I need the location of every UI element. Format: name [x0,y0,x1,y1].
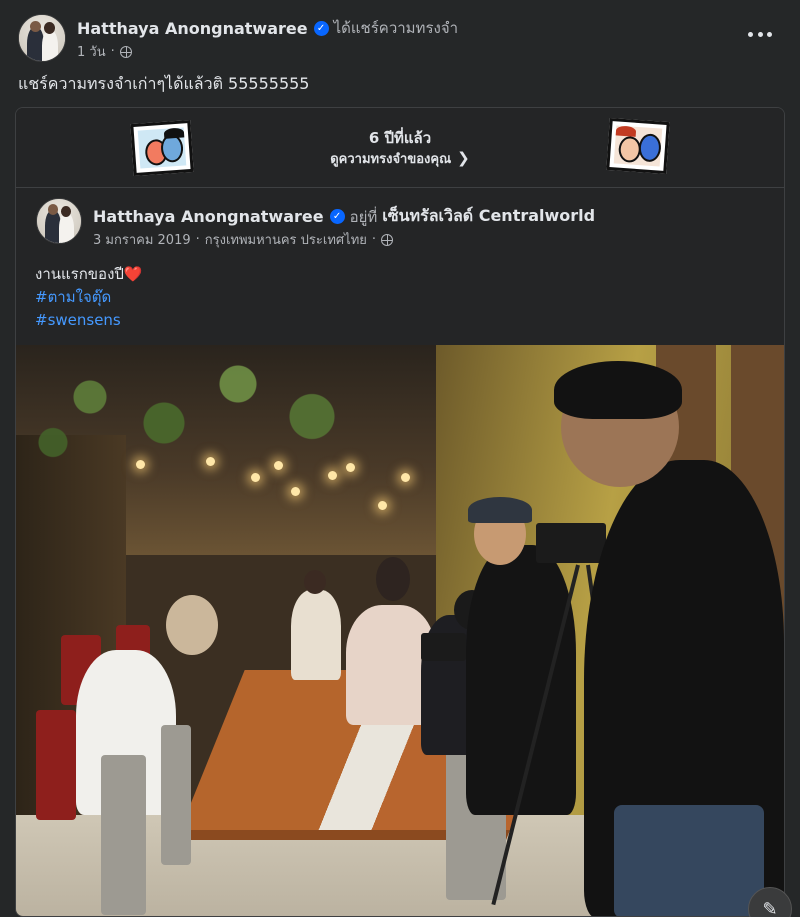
at-label: อยู่ที่ [349,207,378,226]
checkin-place-link[interactable]: เซ็นทรัลเวิลด์ Centralworld [382,204,595,229]
photo-jeans [614,805,764,916]
photo-chair [36,710,76,820]
hashtag-link[interactable]: #swensens [35,309,143,332]
view-memories-link[interactable]: ดูความทรงจำของคุณ ❯ [16,148,784,169]
photo-camera [536,523,606,563]
more-dot [748,31,753,37]
meta-separator: · [371,232,377,247]
shared-caption-text: งานแรกของปี [35,265,124,283]
photo-person-head [376,557,410,601]
memory-share-post: Hatthaya Anongnatwaree ✓ ได้แชร์ความทรงจ… [0,0,800,917]
photo-lamp [378,501,387,510]
photo-lamp [328,471,337,480]
shared-meta: 3 มกราคม 2019 · กรุงเทพมหานคร ประเทศไทย … [93,229,394,250]
photo-cap [468,497,532,523]
photo-chair [101,755,146,915]
memory-banner: 6 ปีที่แล้ว ดูความทรงจำของคุณ ❯ [16,108,784,188]
photo-lamp [136,460,145,469]
photo-lamp [401,473,410,482]
photo-person [466,545,576,815]
more-dot [757,31,763,37]
post-header-line: Hatthaya Anongnatwaree ✓ ได้แชร์ความทรงจ… [77,16,458,40]
view-memories-label: ดูความทรงจำของคุณ [330,152,452,167]
shared-author-avatar[interactable] [36,198,82,244]
author-avatar[interactable] [18,14,66,62]
verified-badge-icon: ✓ [313,20,329,36]
shared-caption: งานแรกของปี❤️ [35,263,143,286]
chevron-right-icon: ❯ [457,149,470,167]
photo-chair [161,725,191,865]
post-meta: 1 วัน · [77,41,132,62]
photo-person-head [166,595,218,655]
verified-badge-icon: ✓ [329,209,345,224]
photo-person-hair [554,361,682,419]
photo-lamp [346,463,355,472]
shared-post-text: งานแรกของปี❤️ #ตามใจตุ๊ด #swensens [35,263,143,332]
post-text: แชร์ความทรงจำเก่าๆได้แล้วติ 55555555 [18,74,310,93]
friends-sticker-right-icon [606,117,670,175]
hashtag-link[interactable]: #ตามใจตุ๊ด [35,286,143,309]
post-action-text: ได้แชร์ความทรงจำ [333,19,459,37]
globe-icon[interactable] [381,233,394,246]
more-dot [767,31,772,37]
post-photo[interactable] [16,345,784,916]
photo-person [291,590,341,680]
post-timestamp[interactable]: 1 วัน [77,41,106,62]
photo-lamp [251,473,260,482]
meta-separator: · [110,44,115,59]
shared-author-name[interactable]: Hatthaya Anongnatwaree [93,207,324,226]
more-options-button[interactable] [748,24,772,44]
shared-header-line: Hatthaya Anongnatwaree ✓ อยู่ที่ เซ็นทรั… [93,204,595,229]
author-name[interactable]: Hatthaya Anongnatwaree [77,19,308,38]
compose-icon[interactable]: ✎ [748,887,792,917]
photo-person-head [304,570,326,594]
shared-location[interactable]: กรุงเทพมหานคร ประเทศไทย [205,229,367,250]
photo-camera [421,633,466,661]
photo-lamp [291,487,300,496]
photo-lamp [274,461,283,470]
globe-icon[interactable] [119,45,132,58]
photo-lamp [206,457,215,466]
photo-hanging-plants [16,345,386,475]
memory-card[interactable]: 6 ปีที่แล้ว ดูความทรงจำของคุณ ❯ Hatthaya … [15,107,785,917]
heart-icon: ❤️ [123,265,143,283]
shared-date[interactable]: 3 มกราคม 2019 [93,229,191,250]
meta-separator: · [195,232,200,247]
